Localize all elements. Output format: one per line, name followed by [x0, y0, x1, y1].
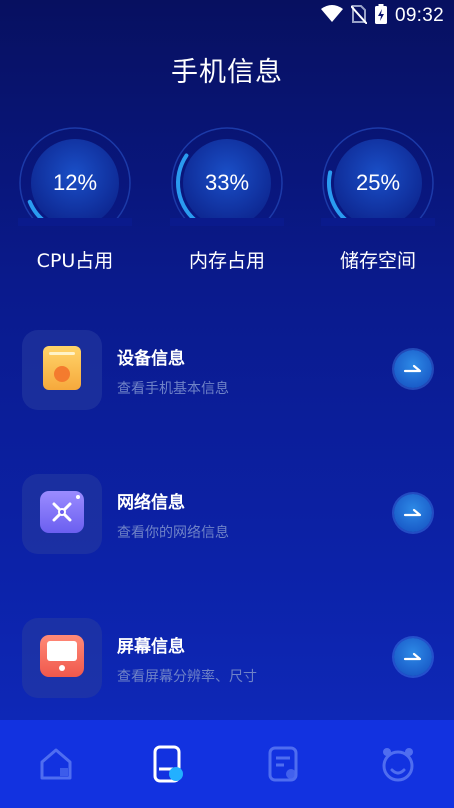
device-icon-tile	[22, 330, 102, 410]
tab-phone-info[interactable]	[148, 744, 188, 784]
tab-home[interactable]	[36, 744, 76, 784]
arrow-right-icon	[403, 652, 422, 661]
screen-info-go-button[interactable]	[394, 638, 432, 676]
page-title: 手机信息	[171, 57, 283, 88]
phone-info-icon	[153, 745, 183, 783]
device-info-go-button[interactable]	[394, 350, 432, 388]
memory-usage-label: 内存占用	[188, 250, 265, 272]
list-item-device-info[interactable]: 设备信息 查看手机基本信息	[22, 330, 434, 412]
bottom-nav	[0, 720, 454, 808]
tab-alarm[interactable]	[378, 744, 418, 784]
cpu-gauge: 12% CPU占用	[18, 126, 138, 276]
list-item-screen-info[interactable]: 屏幕信息 查看屏幕分辨率、尺寸	[22, 618, 434, 700]
wifi-icon	[320, 4, 343, 28]
device-info-subtitle: 查看手机基本信息	[117, 381, 229, 397]
screen-icon	[40, 635, 84, 681]
device-icon	[43, 346, 81, 394]
battery-charging-icon	[374, 3, 387, 29]
home-icon	[40, 748, 72, 780]
screen-info-subtitle: 查看屏幕分辨率、尺寸	[117, 669, 257, 685]
memory-usage-value: 33%	[204, 170, 250, 195]
device-info-title: 设备信息	[117, 349, 185, 369]
storage-usage-label: 储存空间	[339, 250, 416, 272]
arrow-right-icon	[403, 364, 422, 373]
cpu-usage-label: CPU占用	[36, 250, 114, 272]
cpu-usage-value: 12%	[52, 170, 98, 195]
status-bar: 09:32	[0, 0, 454, 32]
no-sim-icon	[350, 4, 368, 29]
memory-gauge: 33% 内存占用	[170, 126, 290, 276]
arrow-right-icon	[403, 508, 422, 517]
network-info-subtitle: 查看你的网络信息	[117, 525, 229, 541]
alarm-clock-icon	[382, 748, 414, 782]
storage-usage-value: 25%	[355, 170, 401, 195]
notes-icon	[268, 746, 298, 782]
network-info-go-button[interactable]	[394, 494, 432, 532]
storage-gauge: 25% 储存空间	[321, 126, 441, 276]
tab-notes[interactable]	[264, 744, 304, 784]
usage-gauges: 12% CPU占用 33% 内存占用 25% 储存空间	[0, 126, 454, 286]
screen-icon-tile	[22, 618, 102, 698]
list-item-network-info[interactable]: 网络信息 查看你的网络信息	[22, 474, 434, 556]
network-info-title: 网络信息	[117, 493, 185, 513]
screen-info-title: 屏幕信息	[117, 637, 185, 657]
network-icon-tile	[22, 474, 102, 554]
network-icon	[40, 491, 84, 537]
status-time: 09:32	[394, 5, 444, 26]
